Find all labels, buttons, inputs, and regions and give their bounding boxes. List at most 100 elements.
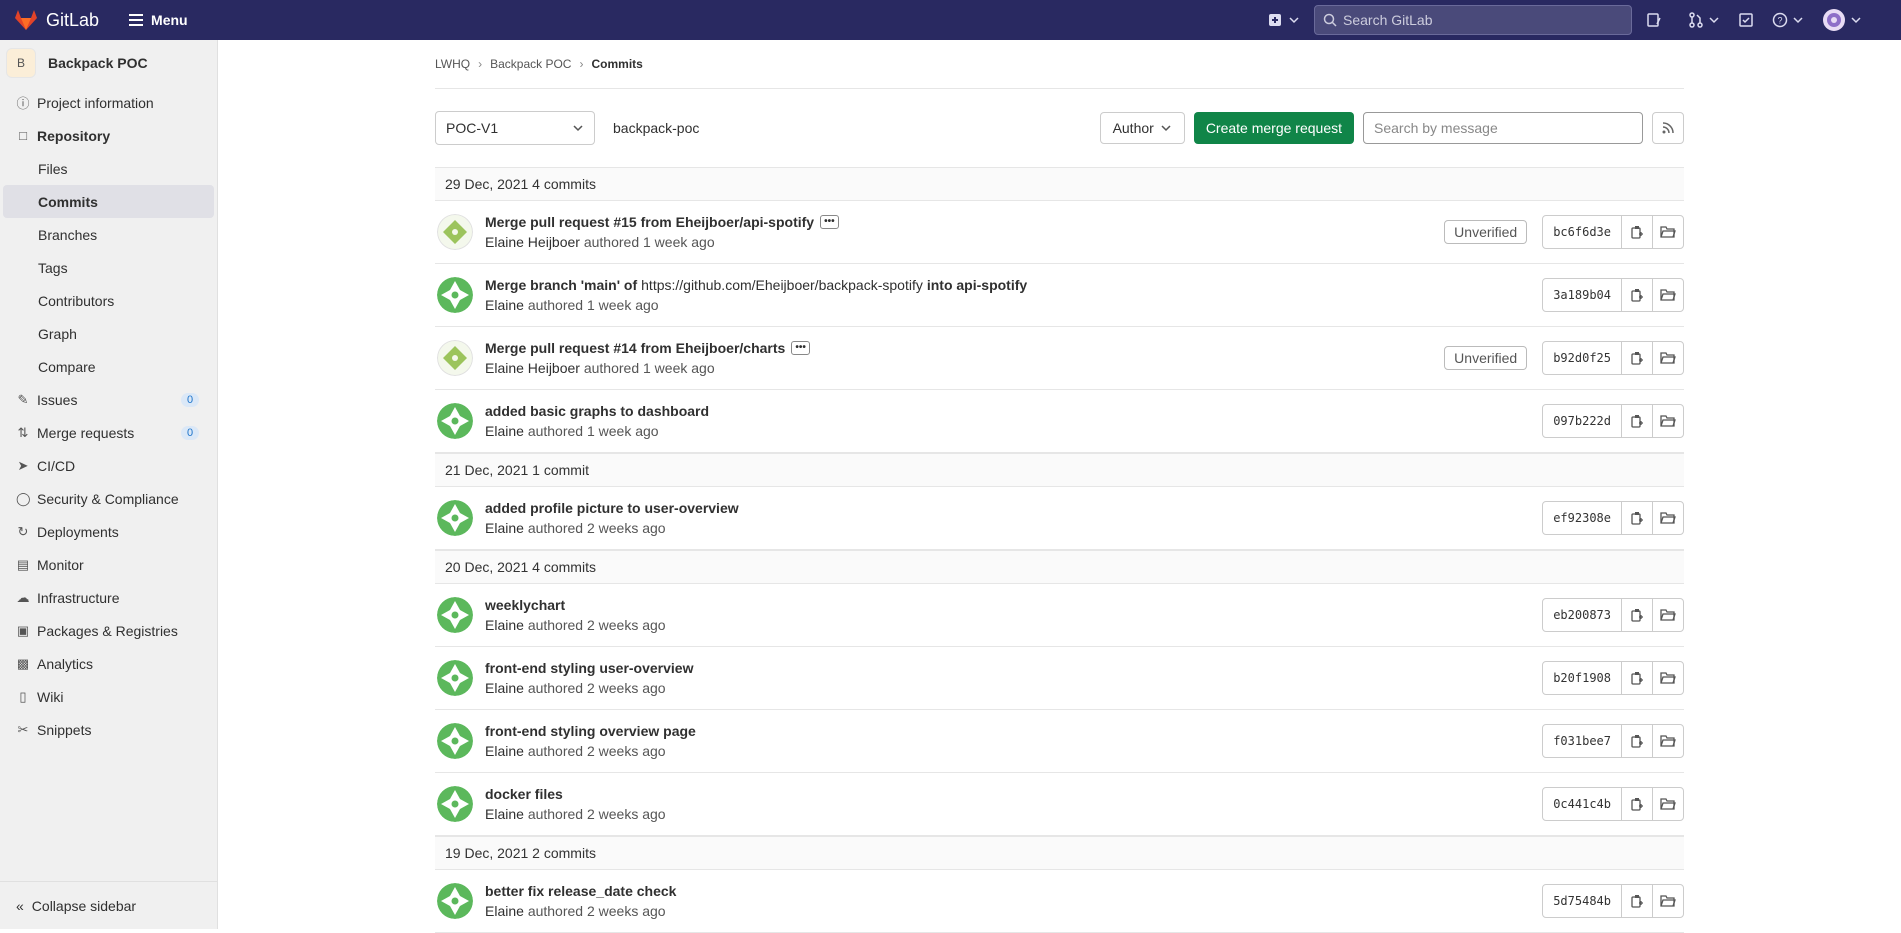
commit-author-avatar[interactable] — [437, 597, 473, 633]
sidebar-item-security-compliance[interactable]: ◯ Security & Compliance — [0, 482, 217, 515]
sidebar-project[interactable]: B Backpack POC — [0, 40, 217, 86]
copy-sha-button[interactable] — [1622, 342, 1653, 374]
commit-sha[interactable]: 0c441c4b — [1543, 788, 1622, 820]
commit-author-name[interactable]: Elaine — [485, 617, 524, 633]
sidebar-item-infrastructure[interactable]: ☁ Infrastructure — [0, 581, 217, 614]
commit-author-name[interactable]: Elaine Heijboer — [485, 234, 580, 250]
commit-author-avatar[interactable] — [437, 214, 473, 250]
issues-shortcut[interactable] — [1646, 12, 1662, 28]
commit-title-link[interactable]: https://github.com/Eheijboer/backpack-sp… — [641, 277, 923, 293]
sidebar-item-merge-requests[interactable]: ⇅ Merge requests 0 — [0, 416, 217, 449]
sidebar-item-compare[interactable]: Compare — [0, 350, 217, 383]
commit-author-avatar[interactable] — [437, 786, 473, 822]
browse-files-button[interactable] — [1653, 216, 1683, 248]
browse-files-button[interactable] — [1653, 885, 1683, 917]
commit-author-name[interactable]: Elaine Heijboer — [485, 360, 580, 376]
copy-sha-button[interactable] — [1622, 788, 1653, 820]
copy-sha-button[interactable] — [1622, 725, 1653, 757]
sidebar-item-monitor[interactable]: ▤ Monitor — [0, 548, 217, 581]
commit-title-link[interactable]: added basic graphs to dashboard — [485, 403, 709, 419]
sidebar-item-graph[interactable]: Graph — [0, 317, 217, 350]
gitlab-logo[interactable]: GitLab — [14, 9, 99, 31]
breadcrumb-item[interactable]: LWHQ — [435, 57, 470, 71]
commit-sha[interactable]: b92d0f25 — [1543, 342, 1622, 374]
commit-author-avatar[interactable] — [437, 340, 473, 376]
sidebar-item-repository[interactable]: □ Repository — [0, 119, 217, 152]
commit-title-link[interactable]: Merge pull request #15 from Eheijboer/ap… — [485, 214, 814, 230]
commit-author-name[interactable]: Elaine — [485, 743, 524, 759]
sidebar-item-ci-cd[interactable]: ➤ CI/CD — [0, 449, 217, 482]
commit-sha[interactable]: 5d75484b — [1543, 885, 1622, 917]
global-search[interactable]: Search GitLab — [1314, 5, 1632, 35]
sidebar-item-branches[interactable]: Branches — [0, 218, 217, 251]
commit-author-avatar[interactable] — [437, 883, 473, 919]
copy-sha-button[interactable] — [1622, 502, 1653, 534]
commit-author-name[interactable]: Elaine — [485, 806, 524, 822]
breadcrumb-current[interactable]: Commits — [591, 57, 642, 71]
author-dropdown[interactable]: Author — [1099, 112, 1185, 144]
copy-sha-button[interactable] — [1622, 885, 1653, 917]
branch-selector[interactable]: POC-V1 — [435, 111, 595, 145]
commit-sha[interactable]: ef92308e — [1543, 502, 1622, 534]
expand-description-button[interactable]: ••• — [791, 341, 810, 355]
copy-sha-button[interactable] — [1622, 279, 1653, 311]
commit-sha[interactable]: eb200873 — [1543, 599, 1622, 631]
commit-author-name[interactable]: Elaine — [485, 520, 524, 536]
browse-files-button[interactable] — [1653, 788, 1683, 820]
browse-files-button[interactable] — [1653, 599, 1683, 631]
search-by-message-input[interactable] — [1363, 112, 1643, 144]
sidebar-item-commits[interactable]: Commits — [3, 185, 214, 218]
create-merge-request-button[interactable]: Create merge request — [1193, 112, 1354, 144]
rss-button[interactable] — [1652, 112, 1684, 144]
sidebar-item-wiki[interactable]: ▯ Wiki — [0, 680, 217, 713]
sidebar-item-packages-registries[interactable]: ▣ Packages & Registries — [0, 614, 217, 647]
browse-files-button[interactable] — [1653, 725, 1683, 757]
commit-author-name[interactable]: Elaine — [485, 423, 524, 439]
sidebar-item-project-information[interactable]: ⓘ Project information — [0, 86, 217, 119]
todos-shortcut[interactable] — [1738, 12, 1754, 28]
copy-sha-button[interactable] — [1622, 599, 1653, 631]
copy-sha-button[interactable] — [1622, 405, 1653, 437]
commit-sha[interactable]: 3a189b04 — [1543, 279, 1622, 311]
commit-author-name[interactable]: Elaine — [485, 680, 524, 696]
expand-description-button[interactable]: ••• — [820, 215, 839, 229]
sidebar-item-contributors[interactable]: Contributors — [0, 284, 217, 317]
commit-sha[interactable]: 097b222d — [1543, 405, 1622, 437]
help-dropdown[interactable]: ? — [1772, 12, 1804, 28]
merge-requests-dropdown[interactable] — [1688, 12, 1720, 28]
commit-sha[interactable]: b20f1908 — [1543, 662, 1622, 694]
commit-title-link[interactable]: docker files — [485, 786, 563, 802]
sidebar-item-issues[interactable]: ✎ Issues 0 — [0, 383, 217, 416]
sidebar-item-tags[interactable]: Tags — [0, 251, 217, 284]
commit-author-avatar[interactable] — [437, 660, 473, 696]
commit-author-name[interactable]: Elaine — [485, 297, 524, 313]
commit-title-link[interactable]: better fix release_date check — [485, 883, 676, 899]
commit-title-link[interactable]: front-end styling overview page — [485, 723, 696, 739]
sidebar-item-deployments[interactable]: ↻ Deployments — [0, 515, 217, 548]
browse-files-button[interactable] — [1653, 662, 1683, 694]
commit-author-avatar[interactable] — [437, 500, 473, 536]
commit-author-avatar[interactable] — [437, 277, 473, 313]
sidebar-item-files[interactable]: Files — [0, 152, 217, 185]
menu-button[interactable]: Menu — [129, 11, 188, 29]
sidebar-item-analytics[interactable]: ▩ Analytics — [0, 647, 217, 680]
breadcrumb-item[interactable]: Backpack POC — [490, 57, 571, 71]
commit-title-link[interactable]: weeklychart — [485, 597, 565, 613]
browse-files-button[interactable] — [1653, 342, 1683, 374]
commit-sha[interactable]: f031bee7 — [1543, 725, 1622, 757]
commit-author-name[interactable]: Elaine — [485, 903, 524, 919]
commit-sha[interactable]: bc6f6d3e — [1543, 216, 1622, 248]
browse-files-button[interactable] — [1653, 502, 1683, 534]
unverified-badge[interactable]: Unverified — [1444, 220, 1528, 244]
collapse-sidebar-button[interactable]: « Collapse sidebar — [0, 881, 217, 929]
commit-title-link[interactable]: front-end styling user-overview — [485, 660, 693, 676]
commit-title-link[interactable]: added profile picture to user-overview — [485, 500, 739, 516]
user-menu[interactable] — [1822, 8, 1862, 32]
commit-author-avatar[interactable] — [437, 723, 473, 759]
new-dropdown[interactable] — [1268, 13, 1300, 27]
commit-author-avatar[interactable] — [437, 403, 473, 439]
browse-files-button[interactable] — [1653, 279, 1683, 311]
sidebar-item-snippets[interactable]: ✂ Snippets — [0, 713, 217, 746]
commit-title-link[interactable]: Merge pull request #14 from Eheijboer/ch… — [485, 340, 785, 356]
copy-sha-button[interactable] — [1622, 662, 1653, 694]
